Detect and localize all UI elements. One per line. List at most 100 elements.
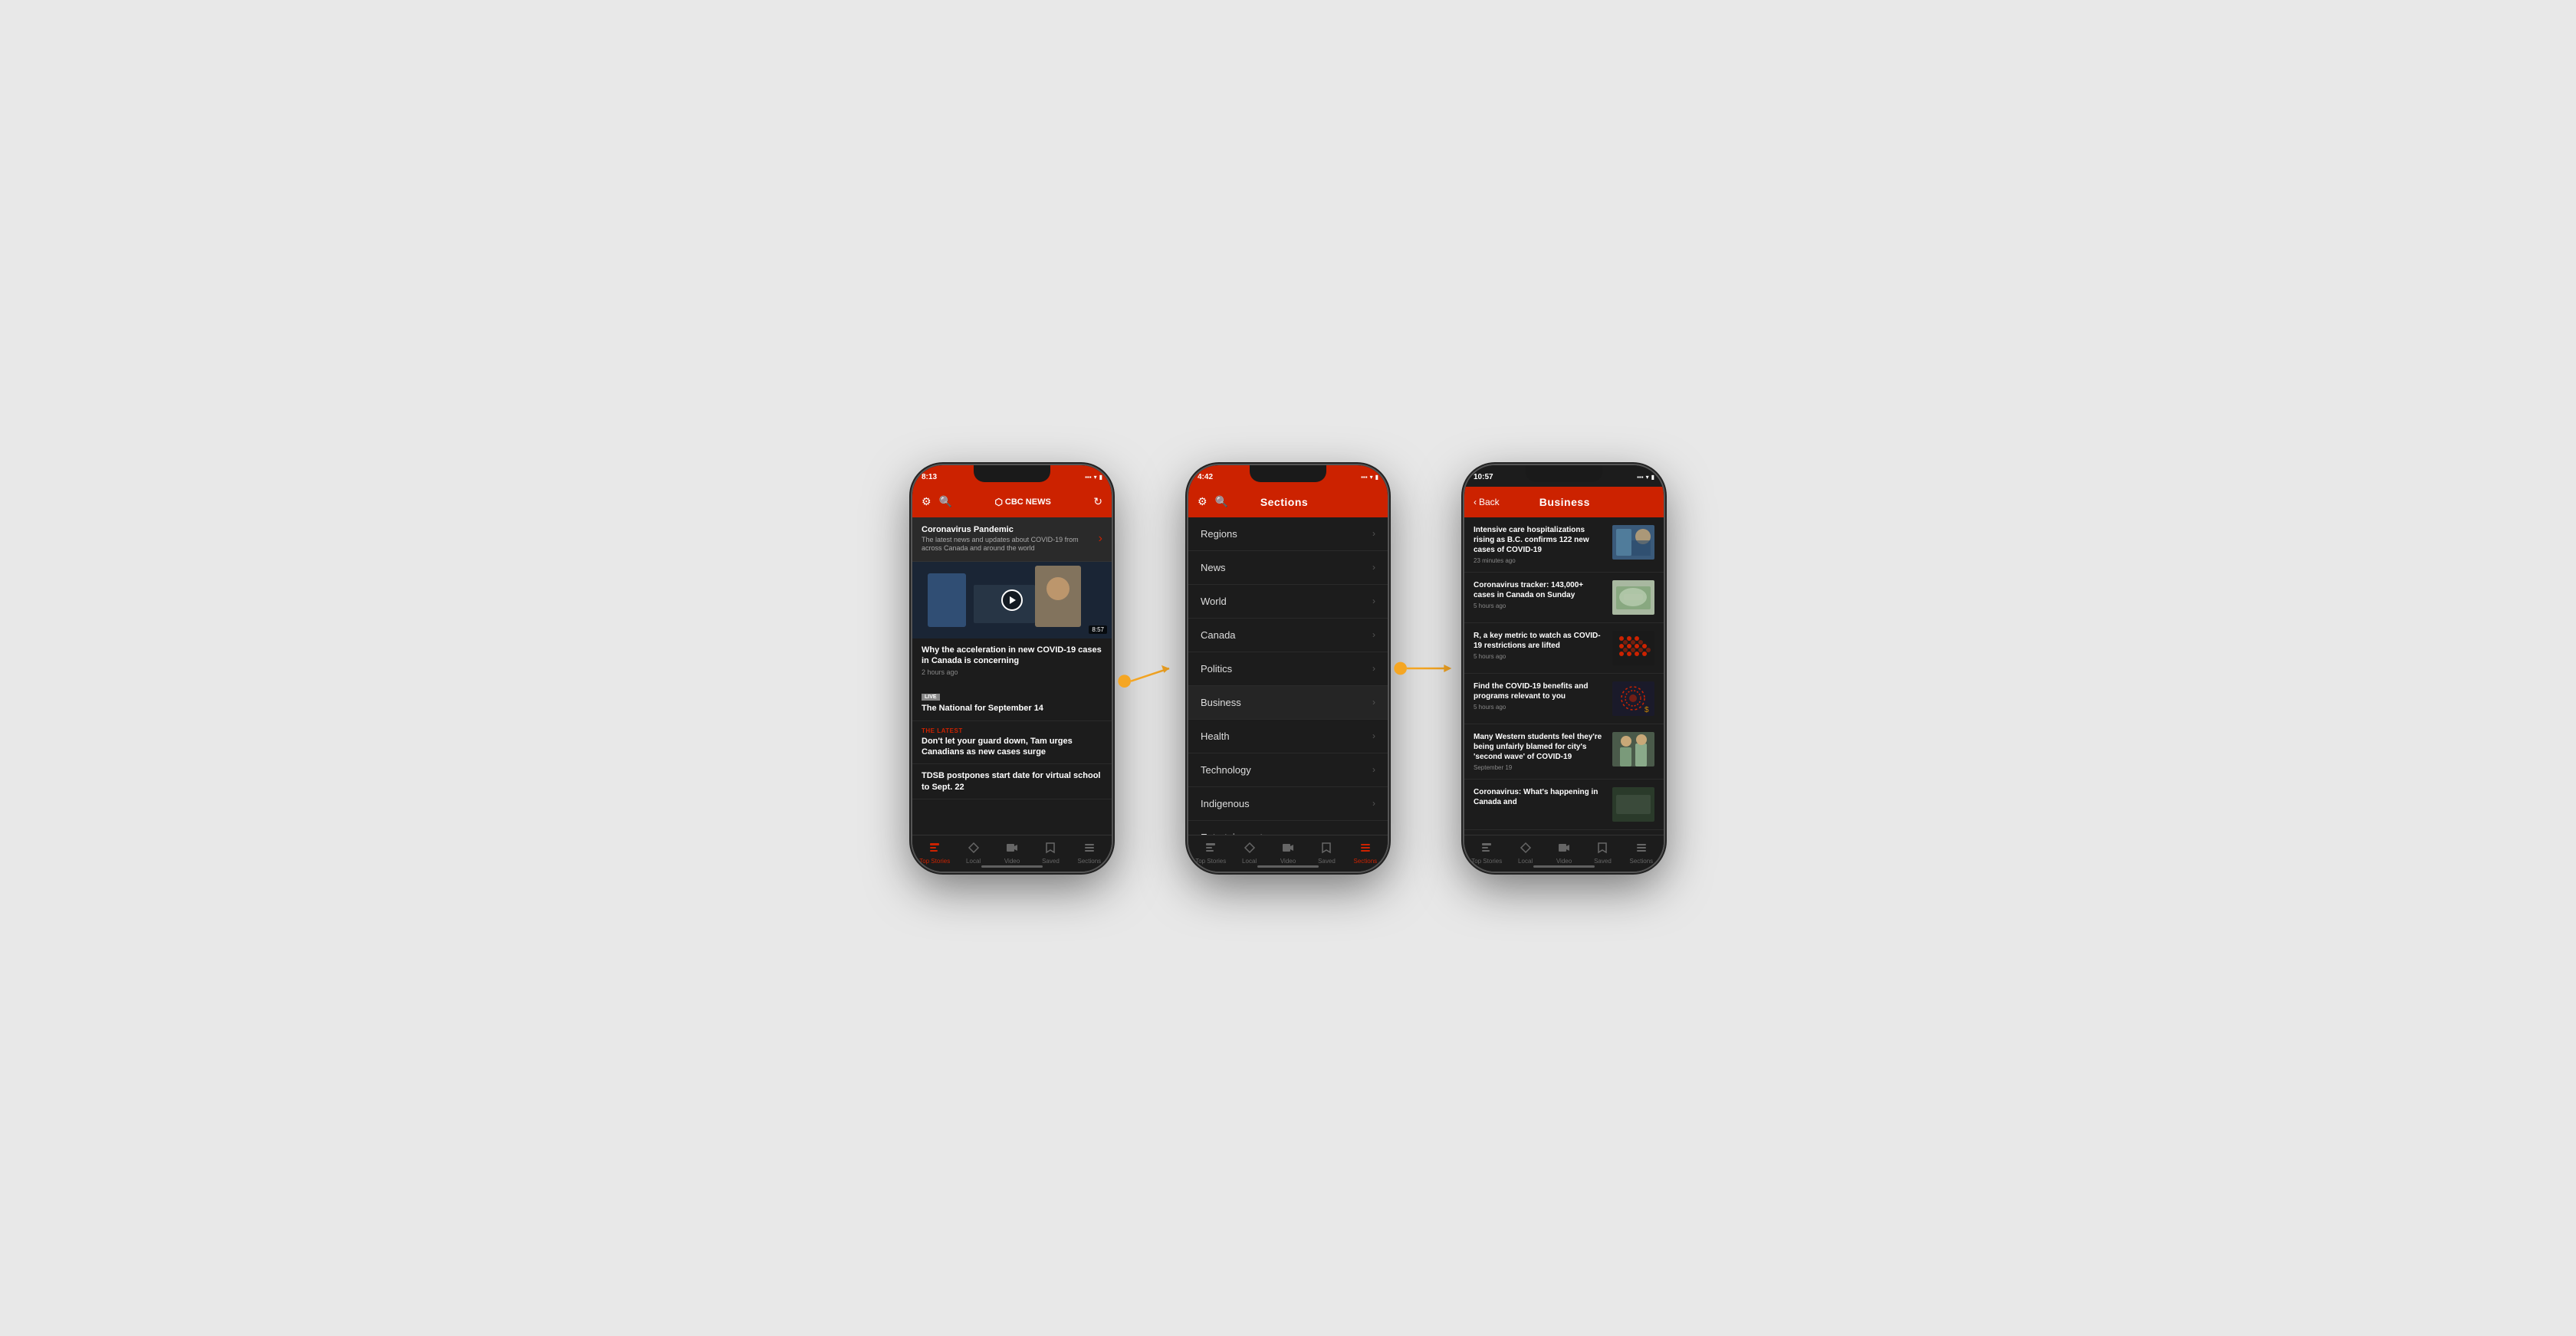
screen-content-1: Coronavirus Pandemic The latest news and… bbox=[912, 517, 1112, 835]
article-title-1: Coronavirus tracker: 143,000+ cases in C… bbox=[1474, 580, 1605, 600]
breaking-banner[interactable]: Coronavirus Pandemic The latest news and… bbox=[912, 517, 1112, 562]
nav-top-stories-icon-3 bbox=[1480, 842, 1493, 856]
nav-top-stories-1[interactable]: Top Stories bbox=[915, 842, 954, 865]
chevron-health: › bbox=[1372, 730, 1375, 741]
breaking-title: Coronavirus Pandemic bbox=[922, 525, 1099, 534]
settings-icon[interactable]: ⚙ bbox=[922, 495, 932, 508]
arrow-2-wrapper bbox=[1388, 638, 1464, 699]
battery-icon-2: ▮ bbox=[1375, 474, 1378, 481]
breaking-arrow-icon: › bbox=[1099, 532, 1102, 546]
article-time-3: 5 hours ago bbox=[1474, 704, 1605, 711]
article-thumb-3: $ bbox=[1612, 681, 1654, 716]
refresh-icon[interactable]: ↻ bbox=[1093, 495, 1102, 508]
article-item-4[interactable]: Many Western students feel they're being… bbox=[1464, 724, 1664, 780]
article-item-5[interactable]: Coronavirus: What's happening in Canada … bbox=[1464, 780, 1664, 830]
sections-title: Sections bbox=[1260, 496, 1308, 508]
home-indicator-2 bbox=[1257, 865, 1319, 868]
sections-list: Regions › News › World › Canada › bbox=[1188, 517, 1388, 835]
search-icon[interactable]: 🔍 bbox=[939, 495, 952, 508]
article-text-2: R, a key metric to watch as COVID-19 res… bbox=[1474, 631, 1605, 665]
article-item-1[interactable]: Coronavirus tracker: 143,000+ cases in C… bbox=[1464, 573, 1664, 623]
section-news[interactable]: News › bbox=[1188, 551, 1388, 585]
section-health[interactable]: Health › bbox=[1188, 720, 1388, 753]
nav-local-icon-3 bbox=[1520, 842, 1532, 856]
nav-top-stories-2[interactable]: Top Stories bbox=[1191, 842, 1230, 865]
nav-saved-2[interactable]: Saved bbox=[1307, 842, 1346, 865]
nav-sections-2[interactable]: Sections bbox=[1346, 842, 1385, 865]
nav-top-stories-3[interactable]: Top Stories bbox=[1467, 842, 1506, 865]
video-duration: 8:57 bbox=[1089, 625, 1107, 634]
article-thumb-4 bbox=[1612, 732, 1654, 766]
article-thumb-0 bbox=[1612, 525, 1654, 560]
news-item-0[interactable]: LIVE The National for September 14 bbox=[912, 682, 1112, 721]
section-label-canada: Canada bbox=[1201, 629, 1236, 641]
status-icons-3: ▪▪▪ ▾ ▮ bbox=[1637, 474, 1654, 481]
nav-video-icon-3 bbox=[1558, 842, 1570, 856]
article-item-0[interactable]: Intensive care hospitalizations rising a… bbox=[1464, 517, 1664, 573]
back-chevron-icon: ‹ bbox=[1474, 497, 1477, 507]
article-item-3[interactable]: Find the COVID-19 benefits and programs … bbox=[1464, 674, 1664, 724]
nav-sections-1[interactable]: Sections bbox=[1070, 842, 1109, 865]
right-icons-1: ↻ bbox=[1093, 495, 1102, 508]
section-indigenous[interactable]: Indigenous › bbox=[1188, 787, 1388, 821]
screen-content-3: Intensive care hospitalizations rising a… bbox=[1464, 517, 1664, 835]
section-world[interactable]: World › bbox=[1188, 585, 1388, 619]
section-politics[interactable]: Politics › bbox=[1188, 652, 1388, 686]
nav-video-label-2: Video bbox=[1280, 858, 1296, 865]
nav-top-stories-label-1: Top Stories bbox=[919, 858, 950, 865]
nav-sections-label-1: Sections bbox=[1077, 858, 1101, 865]
play-button[interactable] bbox=[1001, 589, 1023, 611]
nav-saved-icon-3 bbox=[1596, 842, 1608, 856]
nav-saved-1[interactable]: Saved bbox=[1031, 842, 1070, 865]
nav-local-label-3: Local bbox=[1518, 858, 1533, 865]
nav-local-2[interactable]: Local bbox=[1230, 842, 1268, 865]
home-indicator-1 bbox=[981, 865, 1043, 868]
section-label-business: Business bbox=[1201, 697, 1241, 708]
nav-top-stories-icon-2 bbox=[1204, 842, 1217, 856]
signal-icon: ▪▪▪ bbox=[1085, 474, 1092, 481]
settings-icon-2[interactable]: ⚙ bbox=[1198, 495, 1208, 508]
nav-top-stories-label-3: Top Stories bbox=[1471, 858, 1502, 865]
nav-local-1[interactable]: Local bbox=[954, 842, 992, 865]
nav-saved-label-3: Saved bbox=[1594, 858, 1612, 865]
nav-video-icon-2 bbox=[1282, 842, 1294, 856]
news-item-1[interactable]: THE LATEST Don't let your guard down, Ta… bbox=[912, 721, 1112, 765]
back-button[interactable]: ‹ Back bbox=[1474, 497, 1500, 507]
phone-2-sections: 4:42 ▪▪▪ ▾ ▮ ⚙ 🔍 Sections bbox=[1188, 465, 1388, 872]
cbc-logo-text: CBC NEWS bbox=[1005, 497, 1051, 507]
phone-1-top-stories: 8:13 ▪▪▪ ▾ ▮ ⚙ 🔍 ⬡ CBC NEWS ↻ bbox=[912, 465, 1112, 872]
breaking-text: Coronavirus Pandemic The latest news and… bbox=[922, 525, 1099, 553]
nav-sections-icon-3 bbox=[1635, 842, 1648, 856]
nav-video-1[interactable]: Video bbox=[993, 842, 1031, 865]
nav-local-3[interactable]: Local bbox=[1506, 842, 1544, 865]
chevron-world: › bbox=[1372, 596, 1375, 606]
section-regions[interactable]: Regions › bbox=[1188, 517, 1388, 551]
nav-saved-3[interactable]: Saved bbox=[1583, 842, 1622, 865]
section-business[interactable]: Business › bbox=[1188, 686, 1388, 720]
chevron-technology: › bbox=[1372, 764, 1375, 775]
section-canada[interactable]: Canada › bbox=[1188, 619, 1388, 652]
news-title-1: Don't let your guard down, Tam urges Can… bbox=[922, 736, 1102, 758]
nav-video-2[interactable]: Video bbox=[1269, 842, 1307, 865]
phones-container: 8:13 ▪▪▪ ▾ ▮ ⚙ 🔍 ⬡ CBC NEWS ↻ bbox=[912, 465, 1664, 872]
nav-sections-3[interactable]: Sections bbox=[1622, 842, 1661, 865]
business-title: Business bbox=[1506, 496, 1624, 508]
article-list: Intensive care hospitalizations rising a… bbox=[1464, 517, 1664, 830]
nav-video-icon-1 bbox=[1006, 842, 1018, 856]
nav-sections-icon-1 bbox=[1083, 842, 1096, 856]
section-entertainment[interactable]: Entertainment › bbox=[1188, 821, 1388, 835]
video-card[interactable]: 8:57 bbox=[912, 562, 1112, 638]
notch-2 bbox=[1250, 465, 1326, 482]
app-header-2: ⚙ 🔍 Sections bbox=[1188, 487, 1388, 517]
wifi-icon-3: ▾ bbox=[1646, 474, 1649, 481]
news-item-2[interactable]: TDSB postpones start date for virtual sc… bbox=[912, 764, 1112, 799]
section-technology[interactable]: Technology › bbox=[1188, 753, 1388, 787]
wifi-icon: ▾ bbox=[1094, 474, 1097, 481]
nav-video-3[interactable]: Video bbox=[1545, 842, 1583, 865]
article-text-3: Find the COVID-19 benefits and programs … bbox=[1474, 681, 1605, 716]
article-time-4: September 19 bbox=[1474, 764, 1605, 771]
article-text-5: Coronavirus: What's happening in Canada … bbox=[1474, 787, 1605, 822]
article-item-2[interactable]: R, a key metric to watch as COVID-19 res… bbox=[1464, 623, 1664, 674]
video-caption: Why the acceleration in new COVID-19 cas… bbox=[912, 638, 1112, 683]
search-icon-2[interactable]: 🔍 bbox=[1215, 495, 1228, 508]
